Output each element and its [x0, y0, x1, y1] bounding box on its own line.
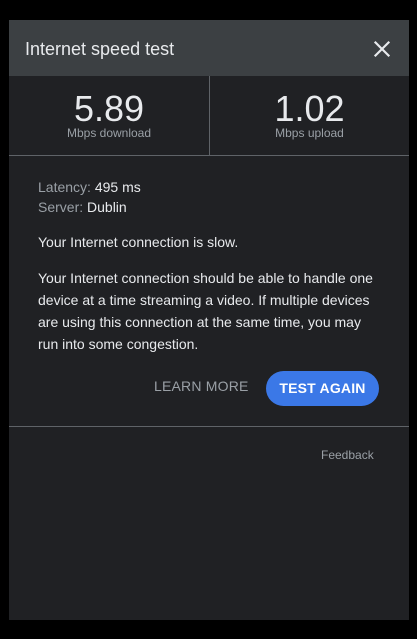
dialog-title: Internet speed test [25, 39, 175, 59]
latency-label: Latency: [38, 179, 91, 195]
latency-value: 495 ms [94, 179, 141, 195]
connection-description: Your Internet connection should be able … [38, 270, 373, 352]
speed-test-dialog: Internet speed test 5.89 Mbps download 1… [9, 20, 409, 620]
test-again-button[interactable]: TEST AGAIN [266, 371, 379, 406]
divider [9, 426, 409, 427]
close-button[interactable] [369, 36, 395, 62]
download-result: 5.89 Mbps download [9, 76, 209, 155]
download-speed-unit: Mbps download [66, 126, 152, 140]
upload-result: 1.02 Mbps upload [209, 76, 409, 155]
server-value: Dublin [87, 199, 127, 215]
server-label: Server: [38, 199, 84, 215]
speed-results: 5.89 Mbps download 1.02 Mbps upload [9, 76, 409, 156]
upload-speed-unit: Mbps upload [275, 126, 344, 140]
learn-more-button[interactable]: LEARN MORE [154, 378, 249, 394]
dialog-header: Internet speed test [9, 20, 409, 76]
latency-line: Latency: 495 ms [38, 177, 388, 197]
feedback-link[interactable]: Feedback [321, 448, 374, 462]
upload-speed-value: 1.02 [274, 88, 345, 129]
download-speed-value: 5.89 [73, 88, 145, 129]
connection-status: Your Internet connection is slow. [38, 234, 239, 250]
server-line: Server: Dublin [38, 197, 388, 217]
result-details: Latency: 495 ms Server: Dublin Your Inte… [38, 177, 388, 355]
close-icon [373, 40, 391, 58]
